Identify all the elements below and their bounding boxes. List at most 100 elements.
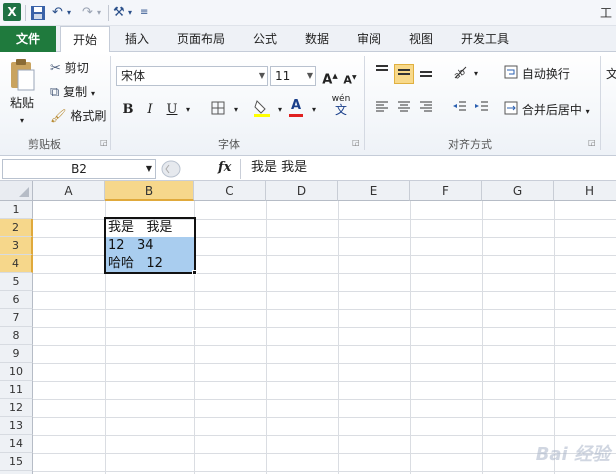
italic-button[interactable]: I — [140, 100, 160, 120]
merge-center-icon — [504, 101, 518, 120]
gridline — [33, 417, 616, 418]
gridline — [33, 291, 616, 292]
redo-icon[interactable]: ↷ — [82, 3, 93, 23]
paste-button[interactable] — [8, 58, 36, 97]
undo-dropdown-icon[interactable]: ▾ — [67, 3, 71, 23]
tab-developer[interactable]: 开发工具 — [452, 26, 518, 52]
qat-separator — [108, 5, 109, 21]
underline-dropdown-icon[interactable]: ▾ — [178, 100, 198, 120]
row-header-14[interactable]: 14 — [0, 435, 33, 453]
row-header-13[interactable]: 13 — [0, 417, 33, 435]
fill-handle[interactable] — [192, 270, 197, 275]
column-header-c[interactable]: C — [194, 181, 266, 201]
gridline — [33, 309, 616, 310]
selection-border — [104, 217, 196, 274]
row-header-8[interactable]: 8 — [0, 327, 33, 345]
insert-function-icon[interactable]: fx — [218, 160, 231, 175]
gridline — [410, 201, 411, 474]
alignment-launcher-icon[interactable]: ◲ — [588, 138, 596, 147]
tab-insert[interactable]: 插入 — [114, 26, 160, 52]
align-top-icon[interactable] — [372, 64, 392, 84]
align-center-icon[interactable] — [394, 100, 414, 120]
scissors-icon: ✂ — [50, 60, 61, 76]
redo-dropdown-icon[interactable]: ▾ — [97, 3, 101, 23]
format-painter-button[interactable]: 🖌 格式刷 — [50, 107, 106, 126]
save-icon[interactable] — [30, 3, 46, 23]
column-header-d[interactable]: D — [266, 181, 338, 201]
align-bottom-icon[interactable] — [416, 64, 436, 84]
tab-view[interactable]: 视图 — [400, 26, 442, 52]
tab-formulas[interactable]: 公式 — [244, 26, 286, 52]
cut-button[interactable]: ✂ 剪切 — [50, 59, 89, 78]
number-format-partial[interactable]: 文 — [606, 65, 616, 83]
name-box[interactable]: B2 ▼ — [2, 159, 156, 179]
formula-input[interactable]: 我是 我是 — [240, 159, 616, 179]
align-middle-icon[interactable] — [394, 64, 414, 84]
select-all-corner[interactable] — [0, 181, 33, 201]
row-header-4[interactable]: 4 — [0, 255, 33, 273]
chevron-down-icon[interactable]: ▼ — [307, 67, 313, 85]
column-header-e[interactable]: E — [338, 181, 410, 201]
align-right-icon[interactable] — [416, 100, 436, 120]
merge-center-button[interactable]: 合并后居中 ▾ — [504, 101, 590, 121]
increase-indent-icon[interactable] — [472, 100, 492, 120]
gridline — [338, 201, 339, 474]
formula-bar: B2 ▼ fx 我是 我是 — [0, 157, 616, 181]
row-header-12[interactable]: 12 — [0, 399, 33, 417]
bold-button[interactable]: B — [118, 100, 138, 120]
row-header-11[interactable]: 11 — [0, 381, 33, 399]
font-launcher-icon[interactable]: ◲ — [352, 138, 360, 147]
column-header-b[interactable]: B — [105, 181, 194, 201]
wrap-text-button[interactable]: 自动换行 — [504, 65, 570, 84]
worksheet-grid[interactable]: A B C D E F G H 1 2 3 4 5 6 7 8 9 10 11 … — [0, 181, 616, 474]
tab-page-layout[interactable]: 页面布局 — [168, 26, 234, 52]
row-header-15[interactable]: 15 — [0, 453, 33, 471]
column-header-g[interactable]: G — [482, 181, 554, 201]
customize-qat-icon[interactable]: ≡ — [140, 3, 148, 23]
column-header-h[interactable]: H — [554, 181, 616, 201]
tab-data[interactable]: 数据 — [296, 26, 338, 52]
paste-dropdown-icon[interactable]: ▾ — [20, 112, 24, 130]
font-color-icon[interactable]: A — [286, 96, 306, 117]
merge-dropdown-icon[interactable]: ▾ — [586, 107, 590, 116]
tools-dropdown-icon[interactable]: ▾ — [128, 3, 132, 23]
row-header-5[interactable]: 5 — [0, 273, 33, 291]
font-size-value: 11 — [275, 69, 291, 83]
shrink-font-icon: A — [343, 73, 352, 87]
gridline — [482, 201, 483, 474]
paste-label[interactable]: 粘贴 — [10, 94, 34, 112]
row-header-9[interactable]: 9 — [0, 345, 33, 363]
grow-font-button[interactable]: A▲ — [320, 66, 340, 87]
row-header-7[interactable]: 7 — [0, 309, 33, 327]
border-dropdown-icon[interactable]: ▾ — [226, 100, 246, 120]
row-header-1[interactable]: 1 — [0, 201, 33, 219]
row-header-10[interactable]: 10 — [0, 363, 33, 381]
tab-file[interactable]: 文件 — [0, 26, 56, 52]
font-size-combo[interactable]: 11 ▼ — [270, 66, 316, 86]
tab-review[interactable]: 审阅 — [348, 26, 390, 52]
row-header-2[interactable]: 2 — [0, 219, 33, 237]
chevron-down-icon[interactable]: ▼ — [259, 67, 265, 85]
row-header-3[interactable]: 3 — [0, 237, 33, 255]
shrink-font-button[interactable]: A▼ — [340, 68, 360, 88]
align-left-icon[interactable] — [372, 100, 392, 120]
clipboard-launcher-icon[interactable]: ◲ — [100, 138, 108, 147]
orientation-dropdown-icon[interactable]: ▾ — [466, 64, 486, 84]
row-header-6[interactable]: 6 — [0, 291, 33, 309]
decrease-indent-icon[interactable] — [450, 100, 470, 120]
tools-icon[interactable]: ⚒ — [113, 3, 125, 23]
fill-color-icon[interactable] — [252, 98, 272, 118]
copy-button[interactable]: ⧉ 复制 ▾ — [50, 83, 95, 103]
chevron-down-icon[interactable]: ▼ — [146, 160, 152, 178]
gridline — [33, 453, 616, 454]
tab-home[interactable]: 开始 — [60, 26, 110, 53]
copy-dropdown-icon[interactable]: ▾ — [91, 89, 95, 98]
font-name-combo[interactable]: 宋体 ▼ — [116, 66, 268, 86]
column-header-f[interactable]: F — [410, 181, 482, 201]
font-color-dropdown-icon[interactable]: ▾ — [304, 100, 324, 120]
wrap-text-label: 自动换行 — [521, 67, 570, 81]
undo-icon[interactable]: ↶ — [52, 3, 63, 23]
column-header-a[interactable]: A — [33, 181, 105, 201]
border-icon[interactable] — [208, 100, 228, 120]
phonetic-button[interactable]: wén 文 — [326, 94, 356, 116]
